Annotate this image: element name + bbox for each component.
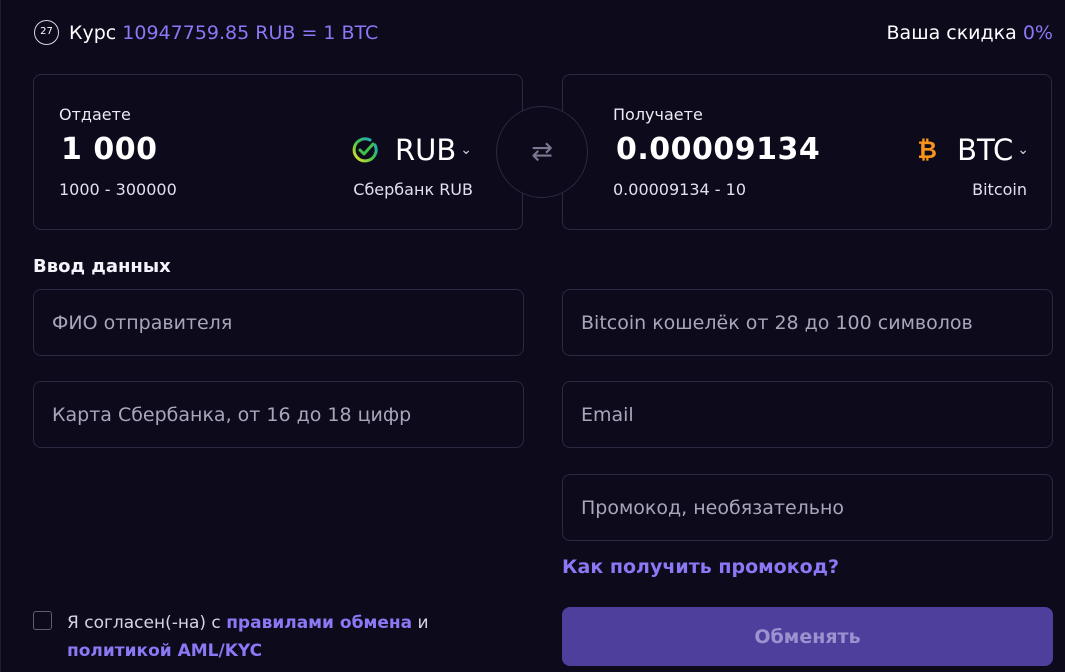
rules-link[interactable]: правилами обмена (226, 613, 412, 633)
give-range: 1000 - 300000 (59, 180, 177, 199)
get-card: Получаете 0.00009134 0.00009134 - 10 ₿ B… (562, 74, 1052, 230)
give-card: Отдаете 1 000 1000 - 300000 RUB ⌄ Сберба… (33, 74, 523, 230)
exchange-button[interactable]: Обменять (562, 607, 1053, 666)
agreement-and: и (412, 613, 429, 633)
give-currency-select[interactable]: RUB ⌄ (351, 133, 472, 167)
get-range: 0.00009134 - 10 (613, 180, 747, 199)
discount: Ваша скидка 0% (887, 21, 1053, 45)
chevron-down-icon: ⌄ (1017, 142, 1029, 158)
agreement-text: Я согласен(-на) с правилами обмена и пол… (67, 609, 537, 665)
give-bank-name: Сбербанк RUB (353, 180, 473, 199)
rate-bar: 27 Курс 10947759.85 RUB = 1 BTC Ваша ски… (34, 20, 1053, 48)
rate-label: Курс (69, 22, 117, 44)
give-label: Отдаете (59, 105, 131, 124)
swap-button[interactable]: ⇄ (496, 106, 588, 198)
give-amount-input[interactable]: 1 000 (61, 132, 157, 167)
discount-label: Ваша скидка (886, 22, 1017, 44)
swap-arrows-icon: ⇄ (531, 137, 553, 167)
get-amount-input[interactable]: 0.00009134 (616, 132, 820, 167)
get-label: Получаете (613, 105, 703, 124)
get-network-name: Bitcoin (972, 180, 1027, 199)
get-currency-select[interactable]: ₿ BTC ⌄ (913, 133, 1029, 167)
exchange-rate: Курс 10947759.85 RUB = 1 BTC (69, 21, 378, 45)
sender-name-input[interactable] (33, 289, 524, 356)
email-input[interactable] (562, 381, 1053, 448)
form-title: Ввод данных (33, 256, 171, 277)
give-currency-code: RUB (394, 133, 457, 167)
agreement-checkbox[interactable] (33, 611, 52, 630)
bitcoin-wallet-input[interactable] (562, 289, 1053, 356)
promo-help-link[interactable]: Как получить промокод? (562, 556, 839, 578)
chevron-down-icon: ⌄ (460, 142, 472, 158)
agreement-prefix: Я согласен(-на) с (67, 613, 227, 633)
get-currency-code: BTC (957, 133, 1014, 167)
page-edge-divider (0, 0, 1, 672)
rate-value: 10947759.85 RUB = 1 BTC (122, 22, 379, 44)
rate-timer: 27 (34, 20, 59, 45)
sberbank-icon (352, 137, 378, 163)
bitcoin-icon: ₿ (917, 135, 937, 164)
promo-code-input[interactable] (562, 474, 1053, 541)
discount-value: 0% (1022, 22, 1053, 44)
policy-link[interactable]: политикой AML/KYC (67, 641, 262, 661)
card-number-input[interactable] (33, 381, 524, 448)
